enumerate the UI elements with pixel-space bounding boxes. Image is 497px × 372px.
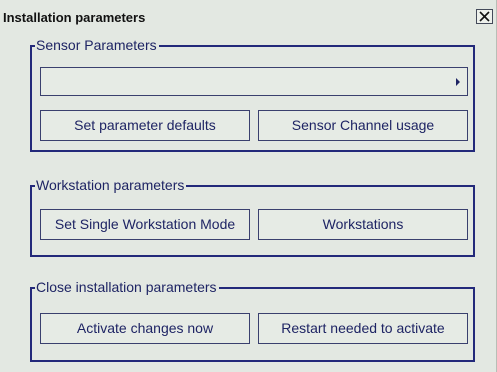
sensor-parameters-legend: Sensor Parameters [35, 36, 159, 54]
sensor-parameters-group: Sensor Parameters Set parameter defaults… [30, 36, 475, 152]
close-installation-parameters-group: Close installation parameters Activate c… [30, 278, 475, 362]
sensor-selector[interactable] [40, 67, 468, 96]
set-single-workstation-mode-button[interactable]: Set Single Workstation Mode [40, 209, 250, 240]
close-icon [479, 11, 490, 22]
installation-parameters-dialog: Installation parameters Sensor Parameter… [0, 0, 497, 372]
restart-needed-to-activate-button[interactable]: Restart needed to activate [258, 313, 468, 344]
close-installation-parameters-legend: Close installation parameters [35, 278, 219, 296]
activate-changes-now-button[interactable]: Activate changes now [40, 313, 250, 344]
workstations-button[interactable]: Workstations [258, 209, 468, 240]
set-parameter-defaults-button[interactable]: Set parameter defaults [40, 110, 250, 141]
workstation-parameters-legend: Workstation parameters [35, 176, 187, 194]
close-button[interactable] [476, 9, 493, 24]
dialog-title: Installation parameters [3, 10, 146, 25]
triangle-right-icon [456, 78, 460, 86]
sensor-channel-usage-button[interactable]: Sensor Channel usage [258, 110, 468, 141]
workstation-parameters-group: Workstation parameters Set Single Workst… [30, 176, 475, 257]
